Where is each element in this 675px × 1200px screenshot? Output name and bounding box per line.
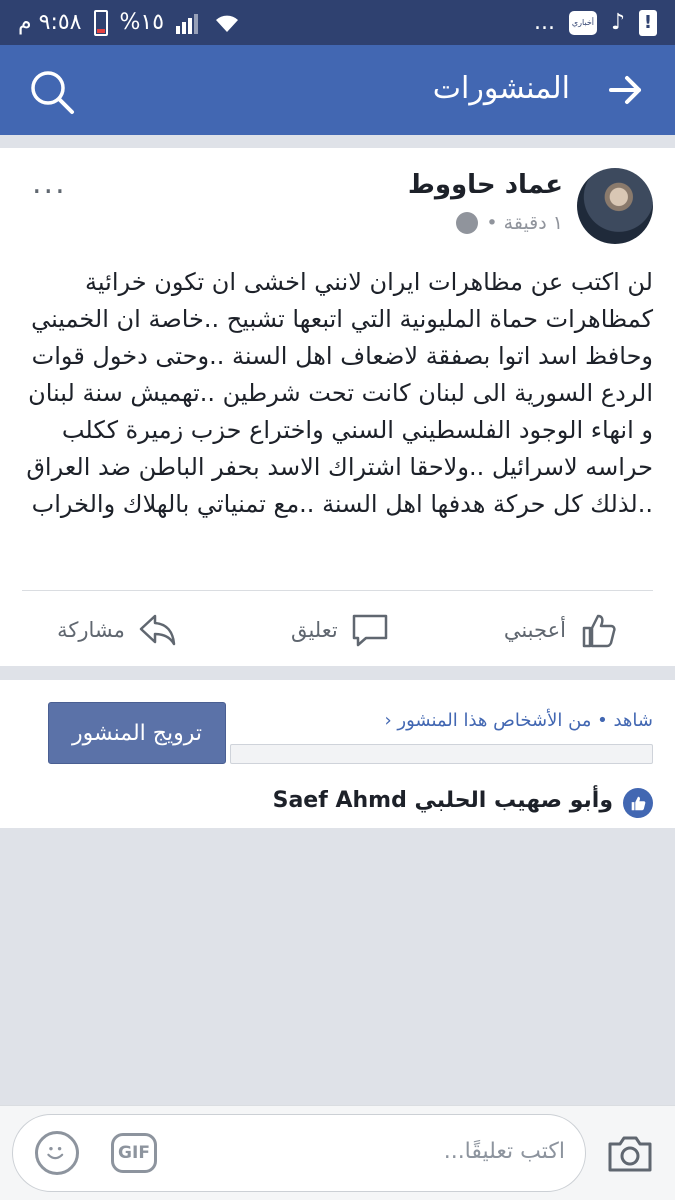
share-button[interactable]: مشاركة bbox=[57, 610, 177, 650]
like-label: أعجبني bbox=[503, 618, 566, 642]
comment-input[interactable]: اكتب تعليقًا... GIF bbox=[12, 1114, 586, 1192]
gif-button[interactable]: GIF bbox=[111, 1133, 157, 1173]
comment-icon bbox=[352, 614, 387, 647]
more-notifications: ... bbox=[533, 10, 555, 35]
search-icon[interactable] bbox=[28, 68, 76, 116]
status-left: ٩:٥٨ م %١٥ bbox=[18, 9, 240, 36]
clock: ٩:٥٨ م bbox=[18, 10, 82, 35]
more-options-button[interactable]: ... bbox=[32, 166, 67, 201]
like-reaction-icon bbox=[623, 788, 653, 818]
status-right: ... أخباري ♪ ! bbox=[533, 9, 657, 36]
insights-text: شاهد • من الأشخاص هذا المنشور bbox=[397, 710, 653, 731]
boost-post-button[interactable]: ترويج المنشور bbox=[48, 702, 226, 764]
news-app-icon: أخباري bbox=[568, 10, 597, 35]
like-button[interactable]: أعجبني bbox=[504, 610, 618, 650]
page-title: المنشورات bbox=[432, 71, 570, 106]
author-name[interactable]: عماد حاووط bbox=[408, 170, 563, 200]
insights-progress-bar bbox=[230, 744, 653, 764]
status-bar: ٩:٥٨ م %١٥ ... أخباري ♪ ! bbox=[0, 0, 675, 45]
signal-icon bbox=[176, 13, 199, 34]
top-nav: المنشورات bbox=[0, 45, 675, 135]
post-card: عماد حاووط ١ دقيقة • ... لن اكتب عن مظاه… bbox=[0, 148, 675, 666]
post-insights-link[interactable]: شاهد • من الأشخاص هذا المنشور ‹ bbox=[384, 710, 653, 731]
comment-bar: اكتب تعليقًا... GIF bbox=[0, 1105, 675, 1200]
chevron-left-icon: ‹ bbox=[384, 710, 392, 731]
music-icon: ♪ bbox=[610, 10, 625, 35]
divider bbox=[22, 590, 653, 591]
share-label: مشاركة bbox=[57, 618, 125, 642]
alert-icon: ! bbox=[639, 9, 657, 36]
promo-section: شاهد • من الأشخاص هذا المنشور ‹ ترويج ال… bbox=[0, 680, 675, 828]
comment-label: تعليق bbox=[290, 618, 338, 642]
post-time[interactable]: ١ دقيقة • bbox=[486, 212, 563, 234]
back-arrow-icon[interactable] bbox=[607, 72, 643, 108]
reactors-names[interactable]: وأبو صهيب الحلبي Saef Ahmd bbox=[273, 788, 613, 813]
camera-icon[interactable] bbox=[606, 1130, 654, 1178]
battery-percent: %١٥ bbox=[119, 10, 165, 35]
emoji-icon[interactable] bbox=[35, 1131, 79, 1175]
post-actions: أعجبني تعليق مشاركة bbox=[0, 598, 675, 662]
post-meta: ١ دقيقة • bbox=[456, 212, 563, 234]
post-text: لن اكتب عن مظاهرات ايران لانني اخشى ان ت… bbox=[26, 268, 653, 518]
comment-button[interactable]: تعليق bbox=[291, 610, 390, 650]
battery-icon bbox=[93, 9, 108, 36]
globe-icon bbox=[456, 212, 479, 234]
thumbs-up-icon bbox=[582, 614, 616, 648]
reactions-row[interactable]: وأبو صهيب الحلبي Saef Ahmd bbox=[0, 780, 675, 824]
comment-placeholder: اكتب تعليقًا... bbox=[443, 1139, 565, 1164]
wifi-icon bbox=[216, 15, 239, 32]
avatar[interactable] bbox=[577, 168, 653, 244]
share-icon bbox=[139, 614, 176, 646]
